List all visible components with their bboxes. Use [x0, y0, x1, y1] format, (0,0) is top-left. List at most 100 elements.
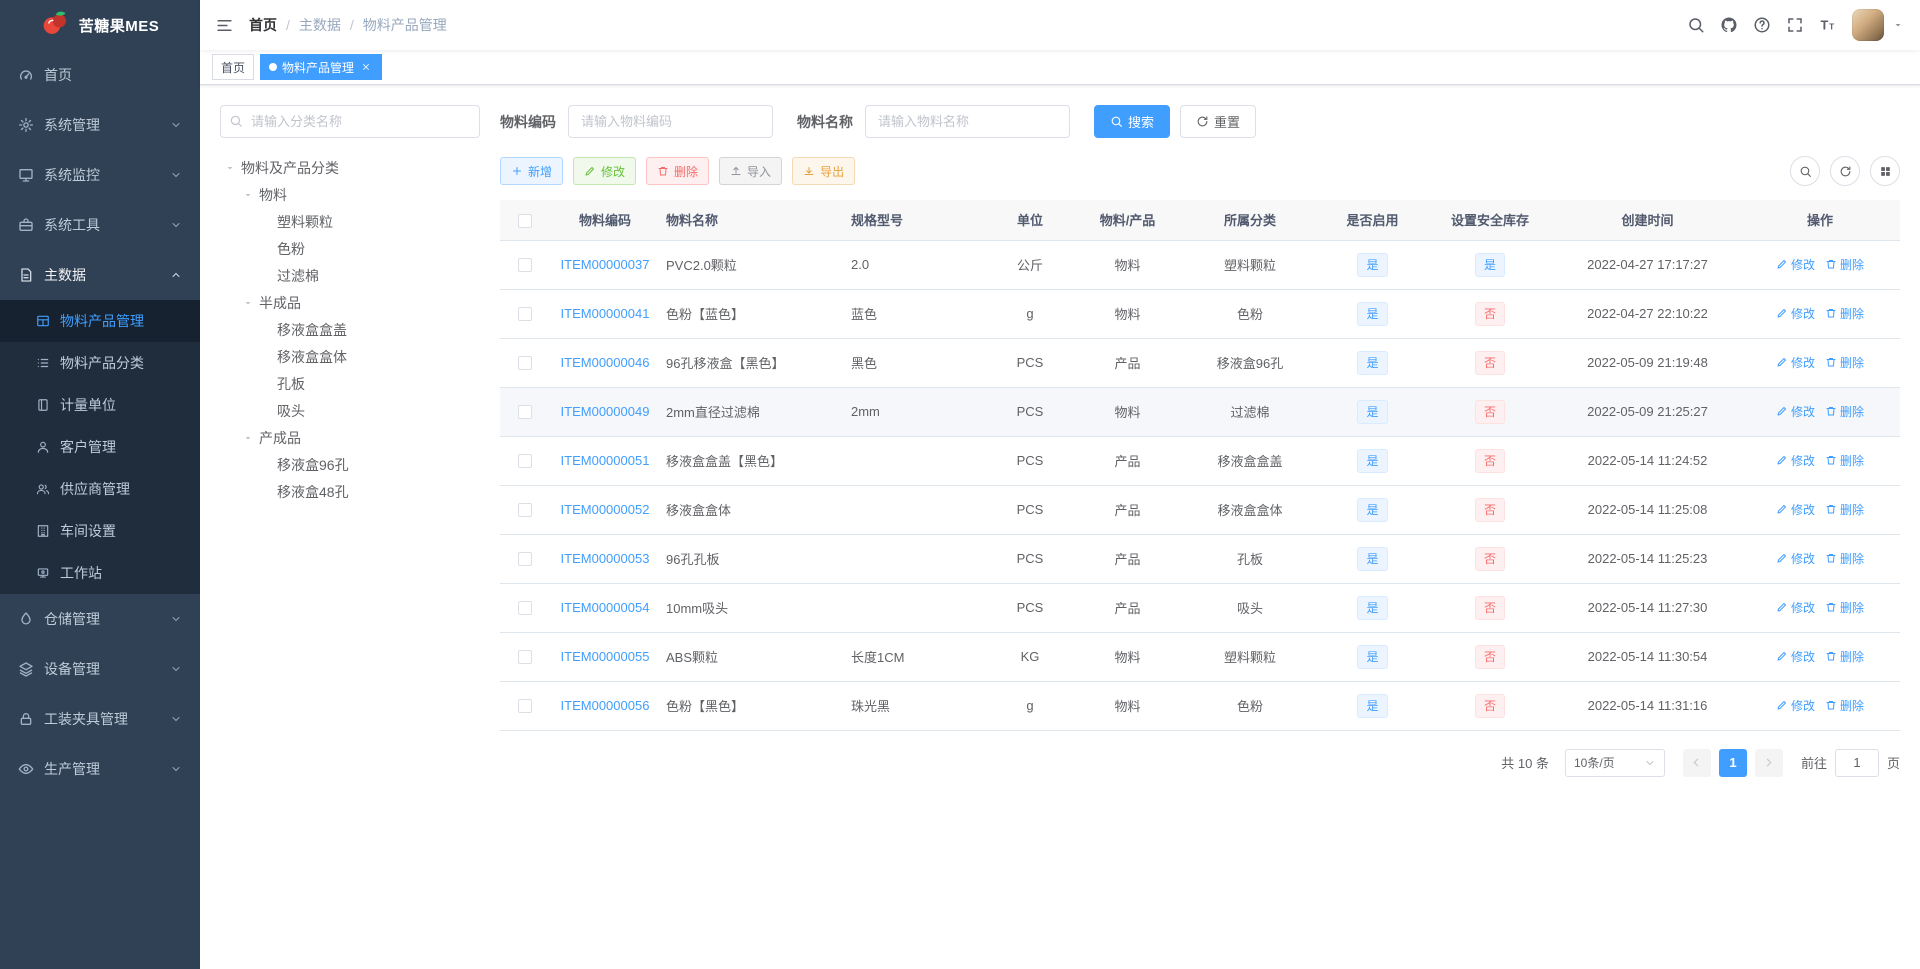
row-edit-link[interactable]: 修改: [1776, 550, 1815, 567]
row-checkbox[interactable]: [518, 454, 532, 469]
tree-node[interactable]: 孔板: [220, 370, 480, 397]
row-delete-link[interactable]: 删除: [1825, 501, 1864, 518]
tree-node[interactable]: 移液盒48孔: [220, 478, 480, 505]
tree-node[interactable]: 色粉: [220, 235, 480, 262]
avatar[interactable]: [1852, 9, 1884, 41]
material-code-link[interactable]: ITEM00000051: [561, 453, 650, 468]
row-edit-link[interactable]: 修改: [1776, 256, 1815, 273]
row-checkbox[interactable]: [518, 405, 532, 420]
material-code-link[interactable]: ITEM00000055: [561, 649, 650, 664]
sidebar-item-measure-unit[interactable]: 计量单位: [0, 384, 200, 426]
font-size-button[interactable]: TT: [1819, 16, 1837, 34]
tree-node[interactable]: 移液盒盒体: [220, 343, 480, 370]
row-delete-link[interactable]: 删除: [1825, 550, 1864, 567]
row-delete-link[interactable]: 删除: [1825, 599, 1864, 616]
sidebar-item-workstation[interactable]: 工作站: [0, 552, 200, 594]
sidebar-item-fixture-mgmt[interactable]: 工装夹具管理: [0, 694, 200, 744]
row-delete-link[interactable]: 删除: [1825, 452, 1864, 469]
export-button[interactable]: 导出: [792, 157, 856, 185]
material-code-link[interactable]: ITEM00000053: [561, 551, 650, 566]
row-checkbox[interactable]: [518, 601, 532, 616]
toggle-search-button[interactable]: [1790, 156, 1820, 186]
header-search-button[interactable]: [1687, 16, 1705, 34]
material-code-link[interactable]: ITEM00000054: [561, 600, 650, 615]
sidebar-item-warehouse-mgmt[interactable]: 仓储管理: [0, 594, 200, 644]
material-code-link[interactable]: ITEM00000056: [561, 698, 650, 713]
tree-node[interactable]: 物料及产品分类: [220, 154, 480, 181]
tree-node[interactable]: 半成品: [220, 289, 480, 316]
material-code-link[interactable]: ITEM00000049: [561, 404, 650, 419]
row-checkbox[interactable]: [518, 699, 532, 714]
tree-node[interactable]: 移液盒96孔: [220, 451, 480, 478]
github-link-button[interactable]: [1720, 16, 1738, 34]
material-code-link[interactable]: ITEM00000052: [561, 502, 650, 517]
row-delete-link[interactable]: 删除: [1825, 305, 1864, 322]
sidebar-item-customer-mgmt[interactable]: 客户管理: [0, 426, 200, 468]
row-edit-link[interactable]: 修改: [1776, 501, 1815, 518]
material-name-input[interactable]: [865, 105, 1070, 138]
tree-node[interactable]: 物料: [220, 181, 480, 208]
tab-home[interactable]: 首页: [212, 54, 255, 80]
sidebar-item-system-tools[interactable]: 系统工具: [0, 200, 200, 250]
row-checkbox[interactable]: [518, 356, 532, 371]
sidebar-item-system-mgmt[interactable]: 系统管理: [0, 100, 200, 150]
add-button[interactable]: 新增: [500, 157, 564, 185]
tree-node[interactable]: 塑料颗粒: [220, 208, 480, 235]
row-delete-link[interactable]: 删除: [1825, 697, 1864, 714]
breadcrumb-item[interactable]: 首页: [249, 15, 277, 35]
row-checkbox[interactable]: [518, 503, 532, 518]
row-checkbox[interactable]: [518, 650, 532, 665]
help-button[interactable]: [1753, 16, 1771, 34]
delete-button[interactable]: 删除: [646, 157, 710, 185]
logo[interactable]: 苦糖果MES: [0, 0, 200, 50]
breadcrumb-item[interactable]: 主数据: [299, 15, 341, 35]
sidebar-toggle-button[interactable]: [200, 16, 249, 35]
select-all-checkbox[interactable]: [518, 213, 532, 228]
row-delete-link[interactable]: 删除: [1825, 354, 1864, 371]
row-delete-link[interactable]: 删除: [1825, 648, 1864, 665]
material-code-input[interactable]: [568, 105, 773, 138]
row-checkbox[interactable]: [518, 307, 532, 322]
next-page-button[interactable]: [1754, 748, 1783, 777]
sidebar-item-supplier-mgmt[interactable]: 供应商管理: [0, 468, 200, 510]
edit-button[interactable]: 修改: [573, 157, 637, 185]
tree-node[interactable]: 吸头: [220, 397, 480, 424]
prev-page-button[interactable]: [1682, 748, 1711, 777]
row-delete-link[interactable]: 删除: [1825, 256, 1864, 273]
row-checkbox[interactable]: [518, 552, 532, 567]
material-code-link[interactable]: ITEM00000041: [561, 306, 650, 321]
row-edit-link[interactable]: 修改: [1776, 599, 1815, 616]
user-menu-caret-icon[interactable]: [1892, 19, 1904, 31]
row-edit-link[interactable]: 修改: [1776, 403, 1815, 420]
row-edit-link[interactable]: 修改: [1776, 305, 1815, 322]
sidebar-item-material-product-mgmt[interactable]: 物料产品管理: [0, 300, 200, 342]
refresh-table-button[interactable]: [1830, 156, 1860, 186]
sidebar-item-workshop-settings[interactable]: 车间设置: [0, 510, 200, 552]
sidebar-item-production-mgmt[interactable]: 生产管理: [0, 744, 200, 794]
row-edit-link[interactable]: 修改: [1776, 648, 1815, 665]
tab-material-product-mgmt[interactable]: 物料产品管理: [260, 54, 383, 80]
row-checkbox[interactable]: [518, 258, 532, 273]
reset-button[interactable]: 重置: [1180, 105, 1257, 138]
row-edit-link[interactable]: 修改: [1776, 452, 1815, 469]
sidebar-item-home[interactable]: 首页: [0, 50, 200, 100]
sidebar-item-material-product-category[interactable]: 物料产品分类: [0, 342, 200, 384]
close-tab-icon[interactable]: [359, 60, 373, 74]
search-button[interactable]: 搜索: [1094, 105, 1171, 138]
tree-node[interactable]: 产成品: [220, 424, 480, 451]
sidebar-item-system-monitor[interactable]: 系统监控: [0, 150, 200, 200]
material-code-link[interactable]: ITEM00000046: [561, 355, 650, 370]
category-search-input[interactable]: [220, 105, 480, 138]
material-code-link[interactable]: ITEM00000037: [561, 257, 650, 272]
row-edit-link[interactable]: 修改: [1776, 354, 1815, 371]
fullscreen-button[interactable]: [1786, 16, 1804, 34]
row-delete-link[interactable]: 删除: [1825, 403, 1864, 420]
page-size-select[interactable]: 10条/页: [1564, 748, 1665, 777]
tree-node[interactable]: 移液盒盒盖: [220, 316, 480, 343]
goto-page-input[interactable]: [1834, 748, 1879, 777]
column-settings-button[interactable]: [1870, 156, 1900, 186]
tree-node[interactable]: 过滤棉: [220, 262, 480, 289]
sidebar-item-master-data[interactable]: 主数据: [0, 250, 200, 300]
page-1-button[interactable]: 1: [1718, 748, 1747, 777]
row-edit-link[interactable]: 修改: [1776, 697, 1815, 714]
